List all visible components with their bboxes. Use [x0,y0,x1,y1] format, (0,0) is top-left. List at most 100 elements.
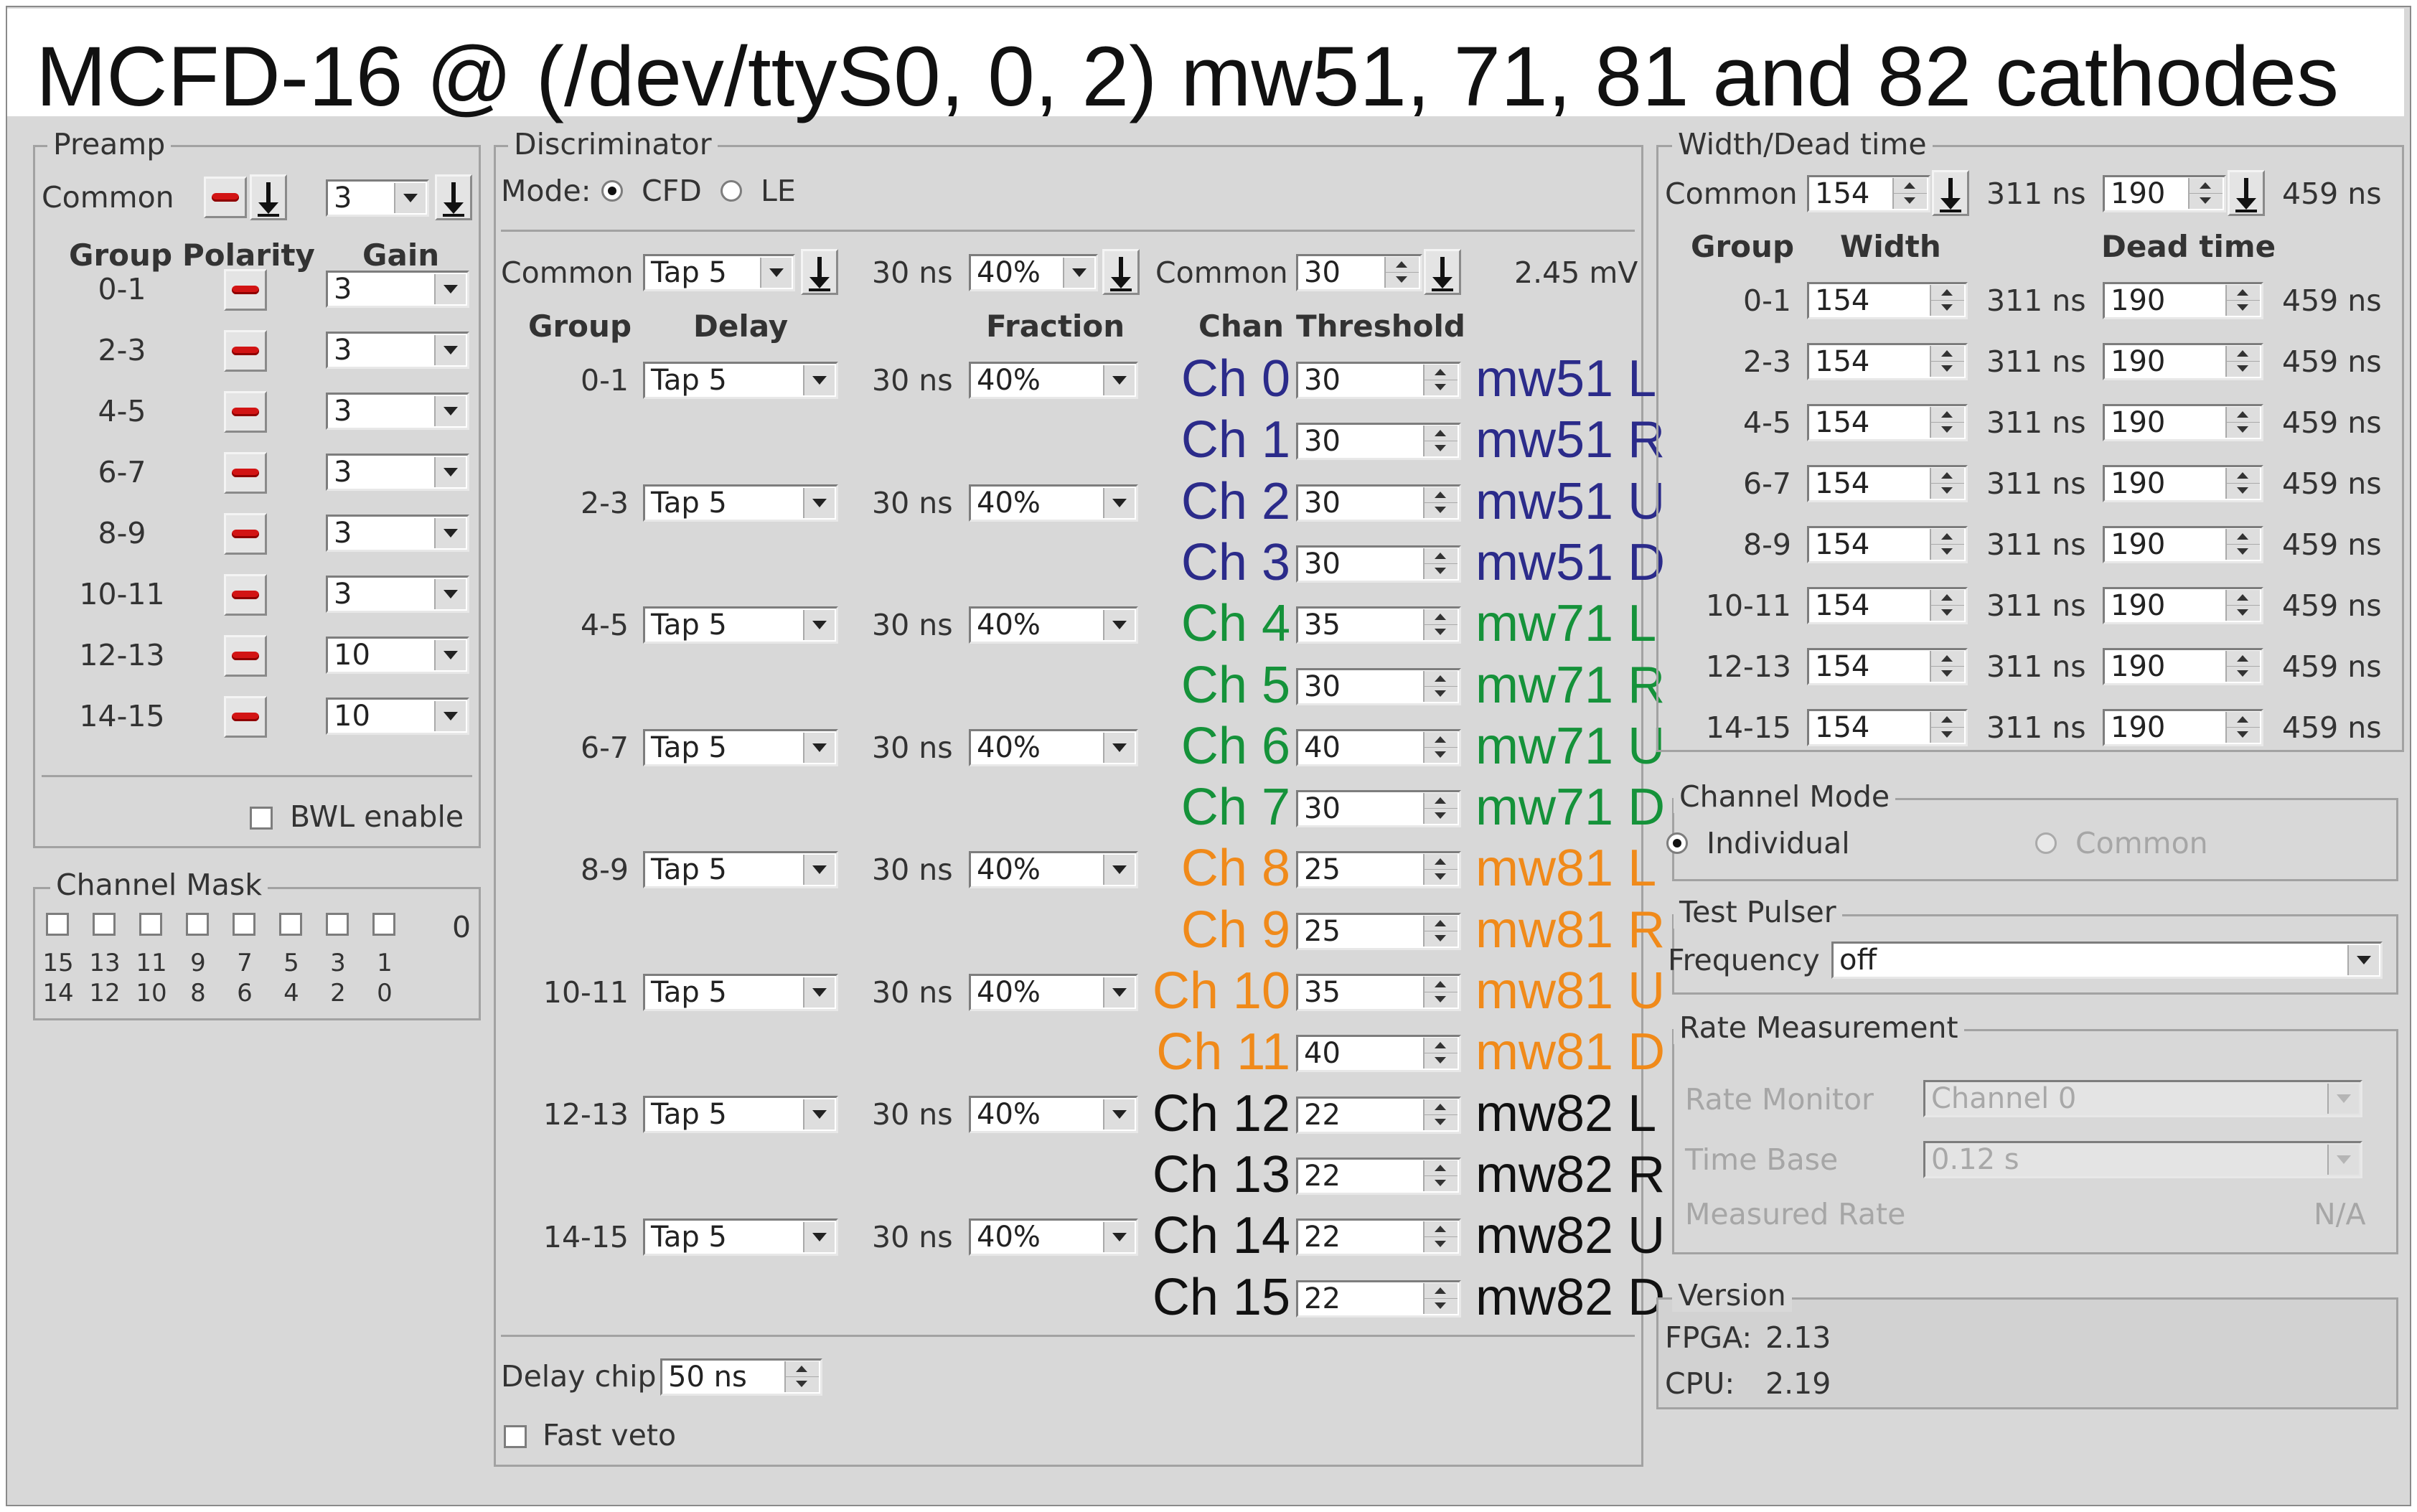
channel-mode-common-radio[interactable] [2035,832,2057,854]
mode-le-radio[interactable] [721,180,742,202]
spin-down-icon[interactable] [1423,686,1458,702]
disc-fraction-select-0-1[interactable]: 40% [969,362,1138,399]
width-spinbox-8-9[interactable]: 154 [1807,526,1968,563]
preamp-common-gain-select[interactable]: 3 [326,179,429,217]
channel-mask-checkbox-7[interactable] [372,913,395,936]
spin-up-icon[interactable] [784,1361,819,1377]
spin-up-icon[interactable] [2188,178,2223,194]
spin-down-icon[interactable] [1423,1114,1458,1130]
preamp-polarity-button-14-15[interactable] [224,696,267,738]
disc-fraction-select-6-7[interactable]: 40% [969,728,1138,766]
threshold-spinbox-ch13[interactable]: 22 [1296,1157,1461,1195]
dead-spinbox-12-13[interactable]: 190 [2103,648,2263,685]
spin-down-icon[interactable] [1423,1237,1458,1253]
preamp-common-gain-apply-button[interactable] [435,174,472,220]
disc-delay-select-4-5[interactable]: Tap 5 [643,606,838,644]
spin-down-icon[interactable] [1930,423,1964,438]
threshold-spinbox-ch9[interactable]: 25 [1296,912,1461,950]
preamp-gain-select-4-5[interactable]: 3 [326,393,469,430]
disc-delay-select-10-11[interactable]: Tap 5 [643,973,838,1011]
threshold-spinbox-ch0[interactable]: 30 [1296,362,1461,399]
spin-up-icon[interactable] [1423,1160,1458,1176]
preamp-gain-select-10-11[interactable]: 3 [326,576,469,613]
spin-down-icon[interactable] [1423,870,1458,886]
threshold-spinbox-ch2[interactable]: 30 [1296,484,1461,522]
spin-up-icon[interactable] [1423,977,1458,992]
spin-up-icon[interactable] [1384,257,1419,273]
spin-up-icon[interactable] [2225,529,2260,545]
dead-spinbox-14-15[interactable]: 190 [2103,709,2263,746]
spin-up-icon[interactable] [1423,1099,1458,1115]
spin-down-icon[interactable] [1423,931,1458,947]
spin-up-icon[interactable] [1423,1038,1458,1054]
spin-down-icon[interactable] [1423,441,1458,457]
spin-down-icon[interactable] [1423,502,1458,518]
delay-chip-spinbox[interactable]: 50 ns [660,1358,822,1396]
spin-up-icon[interactable] [1930,651,1964,667]
spin-down-icon[interactable] [1930,484,1964,499]
disc-delay-select-8-9[interactable]: Tap 5 [643,851,838,888]
channel-mask-checkbox-1[interactable] [93,913,116,936]
fast-veto-checkbox[interactable] [504,1425,527,1448]
spin-down-icon[interactable] [1423,380,1458,395]
threshold-spinbox-ch4[interactable]: 35 [1296,606,1461,644]
spin-up-icon[interactable] [2225,346,2260,362]
preamp-polarity-button-4-5[interactable] [224,391,267,433]
disc-common-threshold-spinbox[interactable]: 30 [1296,254,1422,291]
spin-down-icon[interactable] [2225,728,2260,743]
disc-fraction-select-4-5[interactable]: 40% [969,606,1138,644]
bwl-enable-checkbox[interactable] [250,807,273,830]
spin-up-icon[interactable] [1423,915,1458,931]
spin-down-icon[interactable] [1423,625,1458,641]
spin-up-icon[interactable] [1423,670,1458,687]
common-dead-spinbox[interactable]: 190 [2103,175,2226,212]
spin-up-icon[interactable] [2225,712,2260,728]
common-width-spinbox[interactable]: 154 [1807,175,1930,212]
spin-down-icon[interactable] [1930,362,1964,377]
spin-down-icon[interactable] [2225,667,2260,682]
width-spinbox-6-7[interactable]: 154 [1807,465,1968,502]
spin-down-icon[interactable] [1384,273,1419,288]
disc-fraction-select-14-15[interactable]: 40% [969,1218,1138,1256]
spin-up-icon[interactable] [1892,178,1927,194]
spin-up-icon[interactable] [1930,407,1964,423]
spin-up-icon[interactable] [1930,285,1964,301]
preamp-polarity-button-0-1[interactable] [224,269,267,311]
channel-mode-individual-radio[interactable] [1666,832,1688,854]
spin-down-icon[interactable] [1930,301,1964,316]
disc-delay-select-2-3[interactable]: Tap 5 [643,484,838,522]
threshold-spinbox-ch6[interactable]: 40 [1296,728,1461,766]
preamp-gain-select-6-7[interactable]: 3 [326,454,469,491]
spin-up-icon[interactable] [1423,365,1458,380]
dead-spinbox-10-11[interactable]: 190 [2103,587,2263,624]
time-base-select[interactable]: 0.12 s [1923,1141,2362,1178]
dead-spinbox-0-1[interactable]: 190 [2103,282,2263,319]
preamp-gain-select-14-15[interactable]: 10 [326,698,469,735]
disc-fraction-select-8-9[interactable]: 40% [969,851,1138,888]
preamp-gain-select-12-13[interactable]: 10 [326,637,469,674]
threshold-spinbox-ch3[interactable]: 30 [1296,545,1461,583]
spin-up-icon[interactable] [1423,1282,1458,1299]
spin-down-icon[interactable] [2225,301,2260,316]
channel-mask-checkbox-3[interactable] [186,913,209,936]
spin-down-icon[interactable] [2225,606,2260,621]
channel-mask-checkbox-4[interactable] [233,913,255,936]
disc-delay-select-12-13[interactable]: Tap 5 [643,1096,838,1133]
channel-mask-checkbox-2[interactable] [139,913,162,936]
preamp-gain-select-8-9[interactable]: 3 [326,515,469,552]
channel-mask-checkbox-6[interactable] [326,913,349,936]
spin-down-icon[interactable] [1423,992,1458,1008]
spin-down-icon[interactable] [1930,545,1964,560]
threshold-spinbox-ch8[interactable]: 25 [1296,851,1461,889]
spin-up-icon[interactable] [1423,854,1458,870]
preamp-gain-select-2-3[interactable]: 3 [326,332,469,369]
common-dead-apply-button[interactable] [2228,170,2265,216]
preamp-gain-select-0-1[interactable]: 3 [326,271,469,308]
spin-up-icon[interactable] [1930,590,1964,606]
spin-down-icon[interactable] [2225,362,2260,377]
width-spinbox-2-3[interactable]: 154 [1807,343,1968,380]
dead-spinbox-8-9[interactable]: 190 [2103,526,2263,563]
spin-down-icon[interactable] [1423,1053,1458,1069]
width-spinbox-0-1[interactable]: 154 [1807,282,1968,319]
spin-up-icon[interactable] [2225,651,2260,667]
